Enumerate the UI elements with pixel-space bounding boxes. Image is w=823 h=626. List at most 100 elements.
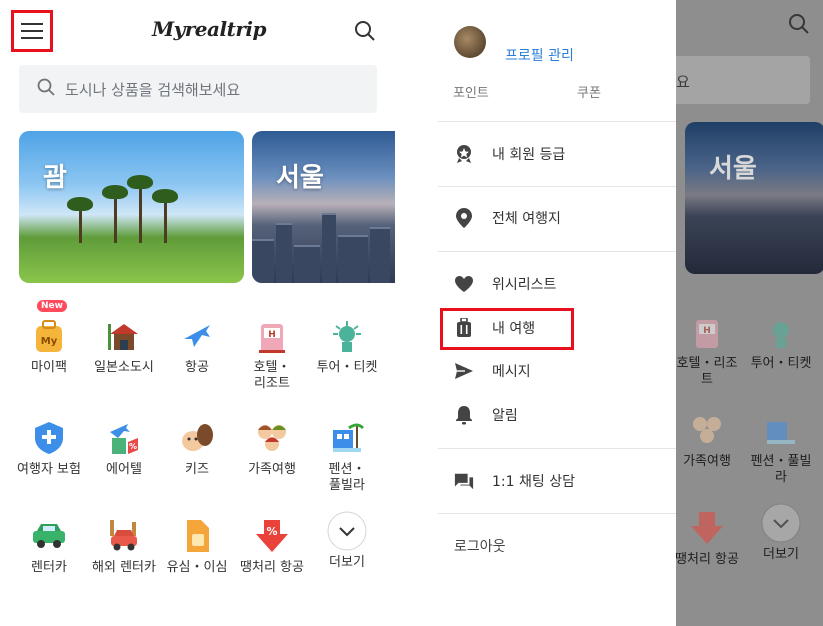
- kids-horse-icon: [177, 418, 217, 458]
- category-label: 호텔・리조트: [676, 356, 738, 387]
- search-icon[interactable]: [354, 20, 376, 46]
- drawer-item-messages[interactable]: 메시지: [454, 359, 531, 383]
- category-label: 가족여행: [683, 454, 731, 469]
- category-mypack[interactable]: New My 마이팩: [17, 300, 81, 376]
- drawer-item-chat-support[interactable]: 1:1 채팅 상담: [454, 469, 575, 493]
- bell-icon: [454, 405, 474, 425]
- category-label: 투어・티켓: [750, 356, 812, 371]
- palm-tree: [152, 189, 178, 243]
- destination-card-guam[interactable]: 괌: [19, 131, 244, 283]
- pension-icon: [761, 410, 801, 450]
- palm-tree: [67, 197, 93, 243]
- building: [322, 213, 336, 283]
- japan-town-icon: [104, 316, 144, 356]
- send-icon: [454, 361, 474, 381]
- points-link[interactable]: 포인트: [453, 82, 489, 101]
- search-placeholder: 도시나 상품을 검색해보세요: [65, 80, 241, 99]
- drawer-item-notifications[interactable]: 알림: [454, 403, 518, 427]
- category-label: 펜션・풀빌라: [328, 462, 366, 493]
- drawer-item-label: 1:1 채팅 상담: [492, 474, 575, 490]
- chevron-down-icon: [761, 503, 801, 543]
- drawer-item-label: 내 회원 등급: [492, 147, 566, 163]
- palm-tree: [102, 185, 128, 243]
- overseas-car-icon: [104, 516, 144, 556]
- insurance-shield-icon: [29, 418, 69, 458]
- divider: [438, 121, 676, 122]
- drawer-item-membership[interactable]: 내 회원 등급: [454, 142, 565, 166]
- menu-line: [21, 37, 43, 39]
- category-pension[interactable]: 펜션・풀빌라: [315, 418, 379, 494]
- building: [252, 239, 274, 283]
- badge-icon: [454, 144, 474, 164]
- logout-link[interactable]: 로그아웃: [454, 536, 506, 556]
- destination-card-seoul[interactable]: 서울: [252, 131, 395, 283]
- drawer-item-label: 메시지: [492, 364, 531, 380]
- category-tour-ticket: 투어・티켓: [749, 312, 813, 372]
- search-icon: [788, 13, 810, 39]
- family-icon: [252, 418, 292, 458]
- category-airtel[interactable]: % 에어텔: [92, 418, 156, 478]
- airtel-icon: %: [104, 418, 144, 458]
- hamburger-menu-button[interactable]: [11, 10, 53, 52]
- heart-icon: [454, 274, 474, 294]
- category-hotel[interactable]: H 호텔・리조트: [240, 316, 304, 392]
- airplane-icon: [177, 316, 217, 356]
- drawer-item-label: 전체 여행지: [492, 211, 561, 227]
- category-label: 펜션・풀빌라: [750, 454, 812, 485]
- svg-text:%: %: [266, 525, 277, 538]
- hotel-icon: H: [687, 312, 727, 352]
- drawer-item-all-destinations[interactable]: 전체 여행지: [454, 206, 561, 230]
- category-label: 마이팩: [31, 360, 67, 375]
- category-rental-car[interactable]: 렌터카: [17, 516, 81, 576]
- top-bar: Myrealtrip: [0, 0, 395, 62]
- menu-line: [21, 30, 43, 32]
- search-icon: [37, 78, 55, 100]
- category-label: 키즈: [185, 462, 209, 477]
- chevron-down-icon: [327, 511, 367, 551]
- drawer-item-wishlist[interactable]: 위시리스트: [454, 272, 556, 296]
- divider: [438, 448, 676, 449]
- category-tour-ticket[interactable]: 투어・티켓: [315, 316, 379, 376]
- category-kids[interactable]: 키즈: [165, 418, 229, 478]
- pension-icon: [327, 418, 367, 458]
- highlight-box: [440, 308, 574, 350]
- category-label: 일본소도시: [94, 360, 154, 375]
- svg-text:H: H: [703, 326, 711, 336]
- drawer-item-label: 알림: [492, 408, 518, 424]
- category-label: 호텔・리조트: [253, 360, 291, 391]
- category-sim-esim[interactable]: 유심・이심: [165, 516, 229, 576]
- hotel-icon: H: [252, 316, 292, 356]
- profile-manage-link[interactable]: 프로필 관리: [505, 45, 574, 65]
- category-label: 더보기: [763, 547, 799, 562]
- category-label: 여행자 보험: [17, 462, 81, 477]
- avatar[interactable]: [454, 26, 486, 58]
- category-discount-flight: 땡처리 항공: [676, 508, 739, 568]
- discount-flight-icon: %: [252, 516, 292, 556]
- category-japan-town[interactable]: 일본소도시: [92, 316, 156, 376]
- dimmed-overlay[interactable]: 요 서울 H 호텔・리조트 투어・티켓 가족여행 펜션・풀빌라 땡처리 항공 더…: [676, 0, 823, 626]
- coupons-link[interactable]: 쿠폰: [577, 82, 601, 101]
- category-discount-flight[interactable]: % 땡처리 항공: [240, 516, 304, 576]
- search-placeholder-fragment: 요: [676, 73, 690, 91]
- category-flight[interactable]: 항공: [165, 316, 229, 376]
- category-more[interactable]: 더보기: [315, 511, 379, 571]
- search-input[interactable]: 도시나 상품을 검색해보세요: [19, 65, 377, 113]
- destination-card-seoul: 서울: [685, 122, 823, 274]
- palm-tree: [127, 175, 153, 243]
- app-logo[interactable]: Myrealtrip: [152, 17, 266, 41]
- category-pension: 펜션・풀빌라: [749, 410, 813, 486]
- category-insurance[interactable]: 여행자 보험: [17, 418, 81, 478]
- category-label: 렌터카: [31, 560, 67, 575]
- card-title: 서울: [276, 163, 324, 193]
- category-label: 해외 렌터카: [92, 560, 156, 575]
- mypack-icon: My: [29, 316, 69, 356]
- statue-of-liberty-icon: [761, 312, 801, 352]
- category-label: 투어・티켓: [316, 360, 378, 375]
- category-hotel: H 호텔・리조트: [676, 312, 739, 388]
- svg-text:My: My: [41, 336, 58, 347]
- car-icon: [29, 516, 69, 556]
- category-overseas-rental-car[interactable]: 해외 렌터카: [92, 516, 156, 576]
- category-family[interactable]: 가족여행: [240, 418, 304, 478]
- building: [294, 245, 320, 283]
- divider: [438, 186, 676, 187]
